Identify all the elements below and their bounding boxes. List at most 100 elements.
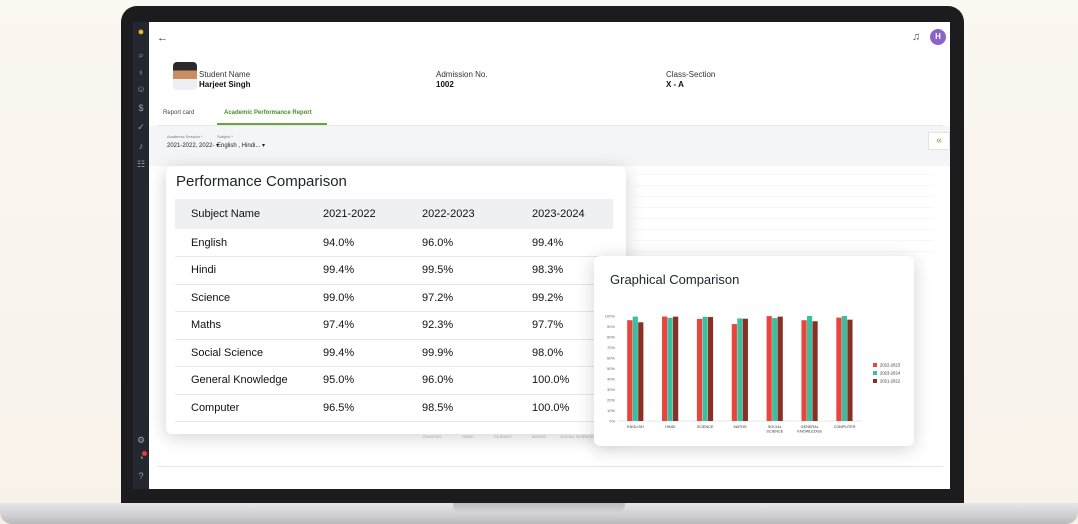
laptop-notch [453, 503, 625, 514]
legend-label: 2023-2024 [880, 371, 901, 376]
help-icon[interactable]: ? [135, 470, 147, 482]
x-tick-label: ENGLISH [627, 425, 644, 429]
background-axis-label: SOCIAL SCIENCE [560, 434, 594, 439]
score-cell: 96.5% [323, 394, 422, 422]
performance-table: Subject Name 2021-2022 2022-2023 2023-20… [175, 199, 613, 422]
x-tick-label: SCIENCE [766, 430, 783, 434]
bar-2022-2023 [766, 316, 772, 421]
settings-icon[interactable]: ⚙ [135, 434, 147, 446]
legend-swatch [873, 363, 877, 367]
header-2021-2022: 2021-2022 [323, 199, 422, 229]
background-data-grid [633, 164, 933, 254]
subject-name: General Knowledge [175, 366, 323, 395]
student-name-label: Student Name [199, 70, 251, 79]
search-icon[interactable]: ⌕ [135, 49, 147, 61]
tab-academic-performance[interactable]: Academic Performance Report [224, 110, 312, 116]
score-cell: 96.0% [422, 229, 532, 257]
chevron-down-icon: ▾ [262, 143, 266, 149]
bar-2023-2024 [702, 316, 708, 421]
bar-2021-2022 [707, 317, 714, 421]
bar-2023-2024 [632, 316, 638, 421]
score-cell: 99.4% [323, 339, 422, 367]
admission-label: Admission No. [436, 70, 488, 79]
y-tick-label: 70% [607, 345, 615, 350]
tab-report-card[interactable]: Report card [163, 110, 194, 116]
legend-swatch [873, 371, 877, 375]
header-2023-2024: 2023-2024 [532, 199, 613, 229]
score-cell: 99.5% [422, 256, 532, 285]
student-photo [173, 62, 197, 90]
bulb-icon[interactable]: ● [135, 26, 147, 38]
score-cell: 99.4% [323, 256, 422, 285]
dollar-icon[interactable]: $ [135, 102, 147, 114]
bar-2021-2022 [638, 322, 644, 421]
score-cell: 92.3% [422, 311, 532, 340]
legend-label: 2021-2022 [880, 379, 901, 384]
score-cell: 99.4% [532, 229, 613, 257]
y-tick-label: 80% [607, 335, 615, 340]
bar-2022-2023 [662, 316, 668, 421]
thumbs-up-icon[interactable]: ✓ [135, 121, 147, 133]
subject-name: English [175, 229, 323, 257]
legend-label: 2022-2023 [880, 363, 901, 368]
y-tick-label: 10% [607, 408, 615, 413]
x-tick-label: COMPUTER [834, 425, 856, 429]
y-tick-label: 90% [607, 324, 615, 329]
score-cell: 96.0% [422, 366, 532, 395]
session-select[interactable]: Academic Session * 2021-2022, 2022- ▾ [167, 134, 219, 149]
session-value: 2021-2022, 2022- [167, 143, 215, 149]
notification-bell-icon[interactable]: ♫ [912, 31, 920, 43]
filter-bar [149, 126, 950, 166]
collapse-panel-button[interactable]: « [928, 132, 950, 150]
session-label: Academic Session * [167, 134, 203, 139]
subject-name: Maths [175, 311, 323, 340]
bar-2021-2022 [847, 319, 853, 421]
bar-2021-2022 [673, 316, 679, 421]
score-cell: 99.0% [323, 284, 422, 312]
subject-label: Subject * [217, 134, 234, 139]
bar-2022-2023 [801, 320, 807, 421]
score-cell: 97.4% [323, 311, 422, 340]
medal-icon[interactable]: ♁ [135, 66, 147, 78]
legend-swatch [873, 379, 877, 383]
table-row: Science 99.0% 97.2% 99.2% [175, 284, 613, 312]
bar-2021-2022 [777, 316, 783, 421]
double-chevron-left-icon: « [936, 135, 942, 146]
bar-2022-2023 [696, 318, 703, 421]
subject-value: English , Hindi... [217, 143, 261, 149]
subject-name: Hindi [175, 256, 323, 285]
bar-2021-2022 [742, 318, 748, 421]
user-avatar[interactable]: H [930, 29, 946, 45]
bar-2022-2023 [627, 320, 633, 421]
active-tab-indicator [217, 123, 327, 125]
bar-2023-2024 [841, 316, 848, 421]
x-tick-label: MATHS [733, 425, 746, 429]
sidebar: ● ⌕ ♁ ☺ $ ✓ ♪ ☷ ⚙ ◔ ? [133, 22, 149, 489]
bar-2023-2024 [806, 316, 813, 421]
score-cell: 98.5% [422, 394, 532, 422]
back-arrow-icon[interactable]: ← [157, 32, 168, 44]
y-tick-label: 40% [607, 377, 615, 382]
subject-name: Science [175, 284, 323, 312]
table-row: General Knowledge 95.0% 96.0% 100.0% [175, 366, 613, 395]
notification-dot [142, 451, 147, 456]
table-row: Computer 96.5% 98.5% 100.0% [175, 394, 613, 422]
x-tick-label: KNOWLEDGE [797, 430, 822, 434]
graphical-comparison-card: Graphical Comparison 0% 10% 20% 30% 40% 50% 60… [594, 256, 914, 446]
subject-select[interactable]: Subject * English , Hindi... ▾ [217, 134, 265, 149]
y-tick-label: 30% [607, 387, 615, 392]
table-header-row: Subject Name 2021-2022 2022-2023 2023-20… [175, 199, 613, 229]
subject-name: Social Science [175, 339, 323, 367]
table-row: English 94.0% 96.0% 99.4% [175, 229, 613, 257]
bar-2021-2022 [812, 321, 818, 421]
background-axis-label: ENGLISH [423, 434, 441, 439]
users-icon[interactable]: ☺ [135, 83, 147, 95]
group-icon[interactable]: ☷ [135, 158, 147, 170]
score-cell: 94.0% [323, 229, 422, 257]
bell-icon[interactable]: ♪ [135, 140, 147, 152]
score-cell: 97.2% [422, 284, 532, 312]
class-section: X - A [666, 80, 684, 89]
x-tick-label: SOCIAL [768, 425, 782, 429]
x-tick-label: SCIENCE [697, 425, 714, 429]
bar-2023-2024 [737, 318, 743, 421]
